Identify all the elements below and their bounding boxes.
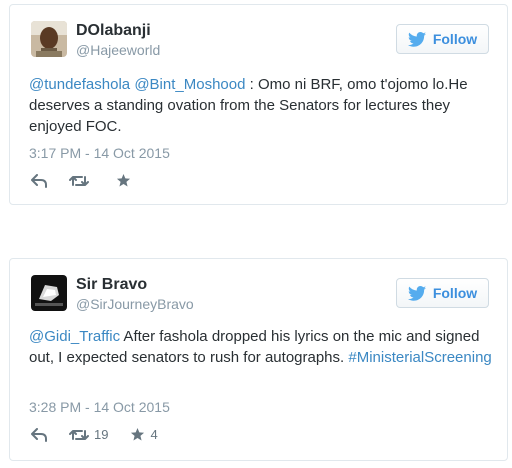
tweet-card: DOlabanji @Hajeeworld Follow @tundefasho… [9, 4, 508, 205]
hashtag-link[interactable]: #MinisterialScreening [348, 349, 491, 366]
follow-label: Follow [432, 285, 478, 301]
follow-label: Follow [432, 31, 478, 47]
avatar[interactable] [31, 21, 67, 57]
tweet-text: @Gidi_Traffic After fashola dropped his … [29, 326, 497, 368]
retweet-button[interactable] [69, 174, 94, 188]
star-icon [116, 173, 131, 187]
user-handle[interactable]: @SirJourneyBravo [76, 296, 194, 312]
display-name[interactable]: DOlabanji [76, 22, 151, 40]
follow-button[interactable]: Follow [396, 24, 489, 54]
tweet-text: @tundefashola @Bint_Moshood : Omo ni BRF… [29, 74, 497, 137]
mention-link[interactable]: @tundefashola [29, 76, 130, 93]
tweet-card: Sir Bravo @SirJourneyBravo Follow @Gidi_… [9, 258, 508, 461]
tweet-actions: 19 4 [31, 427, 180, 442]
like-button[interactable] [116, 173, 136, 188]
like-button[interactable]: 4 [130, 427, 158, 442]
timestamp[interactable]: 3:28 PM - 14 Oct 2015 [29, 399, 170, 415]
display-name[interactable]: Sir Bravo [76, 276, 147, 294]
retweet-icon [69, 429, 89, 440]
reply-icon [31, 173, 47, 188]
twitter-bird-icon [407, 285, 426, 301]
retweet-count: 19 [94, 427, 109, 442]
tweet-actions [31, 173, 158, 188]
mention-link[interactable]: @Gidi_Traffic [29, 328, 120, 345]
reply-button[interactable] [31, 173, 47, 188]
star-icon [131, 427, 145, 441]
mention-link[interactable]: @Bint_Moshood [134, 76, 245, 93]
twitter-bird-icon [407, 31, 426, 47]
reply-icon [31, 427, 47, 442]
timestamp[interactable]: 3:17 PM - 14 Oct 2015 [29, 145, 170, 161]
retweet-button[interactable]: 19 [69, 427, 108, 442]
avatar[interactable] [31, 275, 67, 311]
follow-button[interactable]: Follow [396, 278, 489, 308]
like-count: 4 [150, 427, 158, 442]
reply-button[interactable] [31, 427, 47, 442]
retweet-icon [69, 175, 89, 186]
user-handle[interactable]: @Hajeeworld [76, 42, 160, 58]
